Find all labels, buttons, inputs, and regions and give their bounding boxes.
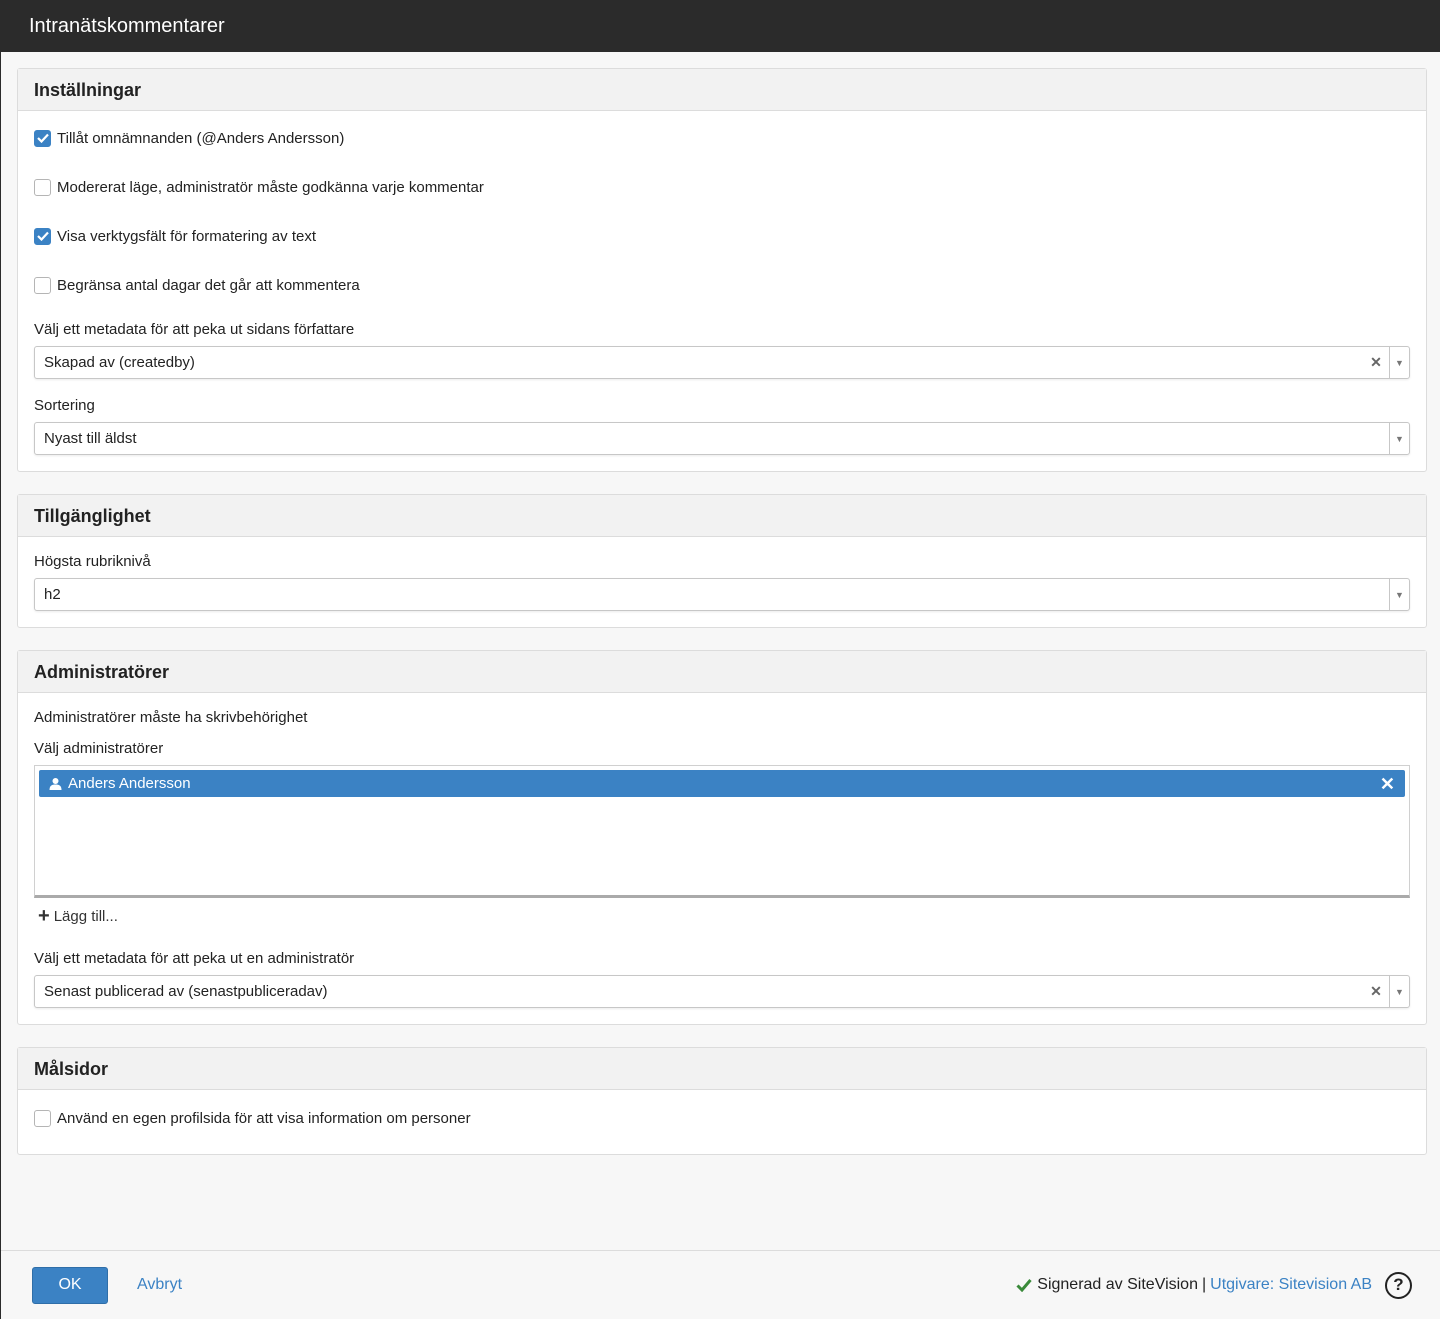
chevron-down-icon[interactable]: ▼ xyxy=(1389,347,1409,378)
heading-level-select[interactable]: h2 ▼ xyxy=(34,578,1410,611)
chevron-down-icon[interactable]: ▼ xyxy=(1389,579,1409,610)
option-moderated[interactable]: Modererat läge, administratör måste godk… xyxy=(34,175,1410,199)
admins-select-label: Välj administratörer xyxy=(34,740,164,757)
author-metadata-select[interactable]: Skapad av (createdby) ✕ ▼ xyxy=(34,346,1410,379)
checkbox-checked-icon[interactable] xyxy=(34,227,51,245)
target-pages-heading: Målsidor xyxy=(18,1048,1426,1090)
option-label: Använd en egen profilsida för att visa i… xyxy=(57,1109,471,1127)
signature-info: Signerad av SiteVision | Utgivare: Sitev… xyxy=(1016,1276,1372,1294)
help-icon[interactable]: ? xyxy=(1385,1271,1412,1299)
accessibility-panel: Tillgänglighet Högsta rubriknivå h2 ▼ xyxy=(17,494,1427,628)
checkbox-unchecked-icon[interactable] xyxy=(34,1109,51,1127)
add-admin-label: Lägg till... xyxy=(53,907,118,925)
dialog: Intranätskommentarer Inställningar Tillå… xyxy=(0,0,1440,1319)
author-metadata-label: Välj ett metadata för att peka ut sidans… xyxy=(34,321,355,338)
dialog-content: Inställningar Tillåt omnämnanden (@Ander… xyxy=(1,52,1440,1155)
clear-icon[interactable]: ✕ xyxy=(1363,983,1389,1000)
option-limit-days[interactable]: Begränsa antal dagar det går att komment… xyxy=(34,273,1410,297)
accessibility-heading: Tillgänglighet xyxy=(18,495,1426,537)
admin-name: Anders Andersson xyxy=(68,775,191,792)
cancel-button[interactable]: Avbryt xyxy=(137,1276,182,1294)
option-label: Begränsa antal dagar det går att komment… xyxy=(57,276,360,294)
option-label: Tillåt omnämnanden (@Anders Andersson) xyxy=(57,129,345,147)
settings-panel: Inställningar Tillåt omnämnanden (@Ander… xyxy=(17,68,1427,472)
admins-heading: Administratörer xyxy=(18,651,1426,693)
select-value: Skapad av (createdby) xyxy=(44,354,195,371)
admins-list[interactable]: Anders Andersson ✕ xyxy=(34,765,1410,898)
add-admin-button[interactable]: + Lägg till... xyxy=(38,906,1410,926)
select-value: Nyast till äldst xyxy=(44,430,137,447)
select-value: h2 xyxy=(44,586,61,603)
chevron-down-icon[interactable]: ▼ xyxy=(1389,976,1409,1007)
admins-note: Administratörer måste ha skrivbehörighet xyxy=(34,709,308,726)
option-label: Visa verktygsfält för formatering av tex… xyxy=(57,227,316,245)
checkbox-checked-icon[interactable] xyxy=(34,129,51,147)
option-mentions[interactable]: Tillåt omnämnanden (@Anders Andersson) xyxy=(34,126,1410,150)
user-icon xyxy=(49,778,62,790)
checkbox-unchecked-icon[interactable] xyxy=(34,276,51,294)
signed-text: Signerad av SiteVision xyxy=(1037,1276,1198,1293)
sorting-select[interactable]: Nyast till äldst ▼ xyxy=(34,422,1410,455)
separator: | xyxy=(1201,1276,1207,1293)
dialog-footer: OK Avbryt Signerad av SiteVision | Utgiv… xyxy=(1,1250,1440,1319)
settings-heading: Inställningar xyxy=(18,69,1426,111)
ok-button[interactable]: OK xyxy=(32,1266,108,1304)
admins-panel: Administratörer Administratörer måste ha… xyxy=(17,650,1427,1025)
admin-chip[interactable]: Anders Andersson ✕ xyxy=(39,770,1405,797)
remove-icon[interactable]: ✕ xyxy=(1380,775,1395,793)
heading-level-label: Högsta rubriknivå xyxy=(34,553,151,570)
publisher-link[interactable]: Utgivare: Sitevision AB xyxy=(1210,1276,1372,1294)
option-toolbar[interactable]: Visa verktygsfält för formatering av tex… xyxy=(34,224,1410,248)
option-profile-page[interactable]: Använd en egen profilsida för att visa i… xyxy=(34,1106,1410,1130)
target-pages-panel: Målsidor Använd en egen profilsida för a… xyxy=(17,1047,1427,1155)
clear-icon[interactable]: ✕ xyxy=(1363,354,1389,371)
dialog-title: Intranätskommentarer xyxy=(1,0,1440,52)
chevron-down-icon[interactable]: ▼ xyxy=(1389,423,1409,454)
admin-metadata-label: Välj ett metadata för att peka ut en adm… xyxy=(34,950,355,967)
option-label: Modererat läge, administratör måste godk… xyxy=(57,178,484,196)
checkbox-unchecked-icon[interactable] xyxy=(34,178,51,196)
checkmark-icon xyxy=(1016,1279,1032,1292)
select-value: Senast publicerad av (senastpubliceradav… xyxy=(44,983,328,1000)
admin-metadata-select[interactable]: Senast publicerad av (senastpubliceradav… xyxy=(34,975,1410,1008)
sorting-label: Sortering xyxy=(34,397,95,414)
plus-icon: + xyxy=(38,905,50,927)
